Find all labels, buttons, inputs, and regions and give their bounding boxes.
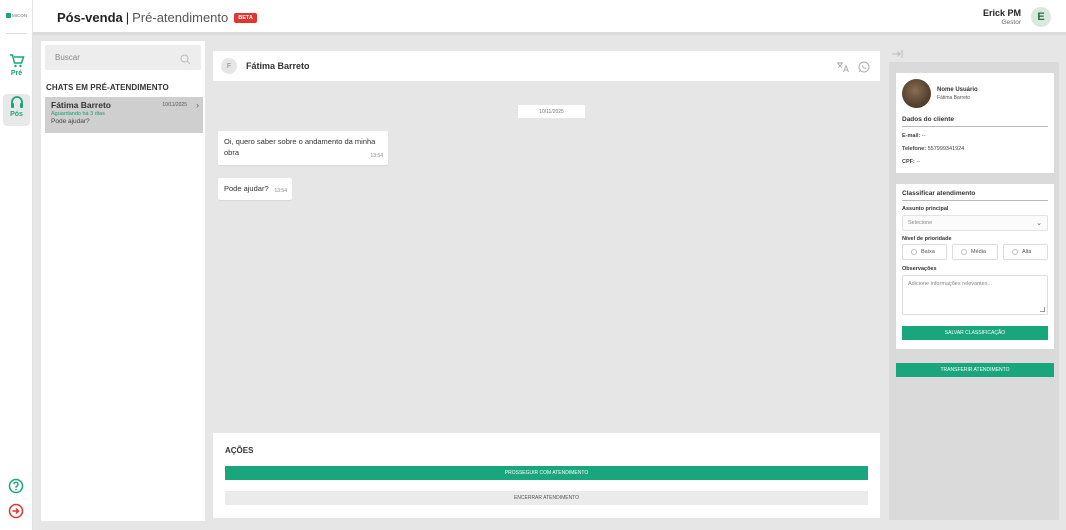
page-title: Pós-venda | Pré-atendimento BETA (57, 10, 257, 25)
user-name: Erick PM (982, 8, 1021, 18)
client-name-value: Fátima Barreto (937, 95, 971, 101)
phone-value: 557999341924 (927, 146, 965, 152)
priority-high-label: Alta (1022, 249, 1032, 255)
top-header: Pós-venda | Pré-atendimento BETA Erick P… (33, 0, 1066, 35)
user-role: Gestor (1001, 19, 1021, 26)
divider (902, 200, 1048, 201)
translate-icon[interactable] (836, 60, 850, 73)
chat-item-last-message: Pode ajudar? (51, 118, 90, 125)
priority-low-option[interactable]: Baixa (902, 244, 947, 260)
contact-avatar: F (221, 58, 237, 74)
nav-item-pos[interactable]: Pós (3, 94, 30, 126)
cpf-value: -- (916, 159, 921, 165)
transfer-button[interactable]: TRANSFERIR ATENDIMENTO (896, 363, 1054, 377)
resize-handle[interactable] (1040, 307, 1045, 312)
title-separator: | (125, 10, 130, 25)
priority-label: Nível de prioridade (902, 236, 952, 242)
phone-label: Telefone: (902, 146, 927, 152)
collapse-panel-icon[interactable] (891, 46, 903, 58)
notes-label: Observações (902, 266, 937, 272)
priority-high-option[interactable]: Alta (1003, 244, 1048, 260)
classify-title: Classificar atendimento (902, 190, 976, 197)
client-email-row: E-mail: -- (902, 133, 926, 139)
client-section-title: Dados do cliente (902, 116, 955, 123)
notes-textarea[interactable]: Adicione informações relevantes... (902, 275, 1048, 315)
priority-medium-label: Média (971, 249, 986, 255)
actions-title: AÇÕES (225, 446, 254, 455)
logo-text: MICON (12, 12, 27, 18)
message-time: 13:54 (370, 153, 383, 159)
end-button[interactable]: ENCERRAR ATENDIMENTO (225, 491, 868, 505)
search-box[interactable] (45, 45, 201, 70)
message-text: Pode ajudar? (224, 184, 269, 193)
chat-list-panel: CHATS EM PRÉ-ATENDIMENTO Fátima Barreto … (41, 41, 205, 521)
save-classification-button[interactable]: SALVAR CLASSIFICAÇÃO (902, 326, 1048, 340)
app-logo[interactable]: MICON (6, 11, 28, 19)
message-time: 13:54 (274, 188, 287, 194)
page-title-sub: Pré-atendimento (132, 10, 229, 25)
user-avatar[interactable]: E (1031, 7, 1051, 27)
left-nav-rail: MICON Pré Pós (0, 0, 33, 530)
nav-item-pre[interactable]: Pré (3, 53, 30, 85)
message-text: Oi, quero saber sobre o andamento da min… (224, 137, 376, 157)
email-label: E-mail: (902, 133, 921, 139)
search-icon[interactable] (180, 52, 191, 65)
chat-item-waiting: Aguardando há 3 dias (51, 111, 105, 117)
cpf-label: CPF: (902, 159, 915, 165)
page-title-main: Pós-venda (57, 10, 123, 25)
client-cpf-row: CPF: -- (902, 159, 920, 165)
client-card: Nome Usuário Fátima Barreto Dados do cli… (896, 73, 1054, 173)
chevron-right-icon: › (196, 100, 199, 110)
priority-medium-option[interactable]: Média (952, 244, 998, 260)
priority-low-label: Baixa (921, 249, 935, 255)
nav-item-pos-label: Pós (10, 111, 23, 118)
search-input[interactable] (55, 53, 185, 62)
chat-list-item[interactable]: Fátima Barreto 10/11/2025 › Aguardando h… (45, 97, 203, 133)
beta-badge: BETA (234, 12, 257, 23)
radio-icon (961, 249, 967, 255)
message-bubble: Pode ajudar? 13:54 (218, 178, 292, 200)
headset-icon (8, 94, 26, 110)
radio-icon (911, 249, 917, 255)
conversation-header: F Fátima Barreto (213, 51, 880, 81)
client-phone-row: Telefone: 557999341924 (902, 146, 964, 152)
chat-item-date: 10/11/2025 (162, 102, 187, 108)
subject-select[interactable]: Selecione ⌄ (902, 215, 1048, 231)
client-name-label: Nome Usuário (937, 87, 978, 93)
proceed-button[interactable]: PROSSEGUIR COM ATENDIMENTO (225, 466, 868, 480)
subject-select-value: Selecione (908, 220, 933, 226)
date-separator: 10/11/2025 (518, 105, 585, 118)
cart-icon (8, 53, 26, 69)
notes-placeholder: Adicione informações relevantes... (908, 281, 993, 287)
exit-icon[interactable] (8, 503, 24, 519)
subject-label: Assunto principal (902, 206, 949, 212)
divider (902, 126, 1048, 127)
radio-icon (1012, 249, 1018, 255)
nav-item-pre-label: Pré (10, 70, 23, 77)
contact-name: Fátima Barreto (246, 61, 310, 71)
classify-card: Classificar atendimento Assunto principa… (896, 184, 1054, 349)
help-icon[interactable] (8, 478, 24, 494)
logo-mark (6, 12, 11, 18)
client-avatar (902, 79, 931, 108)
rail-divider (6, 33, 27, 34)
chevron-down-icon: ⌄ (1036, 220, 1042, 227)
message-bubble: Oi, quero saber sobre o andamento da min… (218, 131, 388, 165)
user-info[interactable]: Erick PM Gestor (983, 8, 1021, 26)
email-value: -- (921, 133, 926, 139)
actions-panel: AÇÕES PROSSEGUIR COM ATENDIMENTO ENCERRA… (213, 433, 880, 518)
whatsapp-icon[interactable] (858, 60, 870, 73)
chat-list-section-title: CHATS EM PRÉ-ATENDIMENTO (46, 83, 169, 92)
